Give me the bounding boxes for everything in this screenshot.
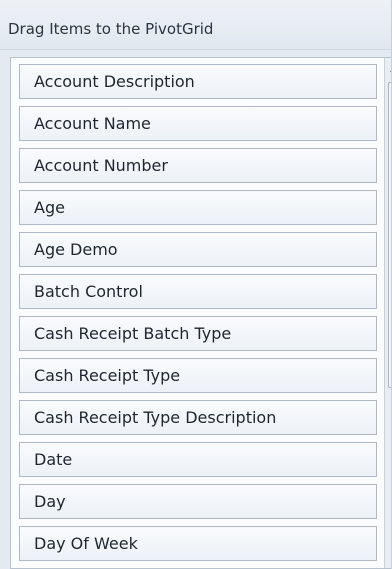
field-item-batch-control[interactable]: Batch Control <box>19 274 377 309</box>
pivot-field-list-panel: Drag Items to the PivotGrid Account Desc… <box>0 0 392 569</box>
field-item-date[interactable]: Date <box>19 442 377 477</box>
field-item-account-description[interactable]: Account Description <box>19 64 377 99</box>
vertical-scrollbar[interactable] <box>384 58 391 568</box>
field-item-account-name[interactable]: Account Name <box>19 106 377 141</box>
field-item-age[interactable]: Age <box>19 190 377 225</box>
field-item-day[interactable]: Day <box>19 484 377 519</box>
panel-header: Drag Items to the PivotGrid <box>0 0 391 50</box>
field-item-cash-receipt-type-description[interactable]: Cash Receipt Type Description <box>19 400 377 435</box>
field-item-account-number[interactable]: Account Number <box>19 148 377 183</box>
scroll-up-button[interactable] <box>386 60 391 78</box>
field-item-age-demo[interactable]: Age Demo <box>19 232 377 267</box>
panel-title: Drag Items to the PivotGrid <box>8 20 214 38</box>
field-list[interactable]: Account Description Account Name Account… <box>10 57 391 569</box>
field-item-day-of-week[interactable]: Day Of Week <box>19 526 377 561</box>
scroll-thumb[interactable] <box>388 82 391 388</box>
field-item-cash-receipt-batch-type[interactable]: Cash Receipt Batch Type <box>19 316 377 351</box>
field-item-cash-receipt-type[interactable]: Cash Receipt Type <box>19 358 377 393</box>
